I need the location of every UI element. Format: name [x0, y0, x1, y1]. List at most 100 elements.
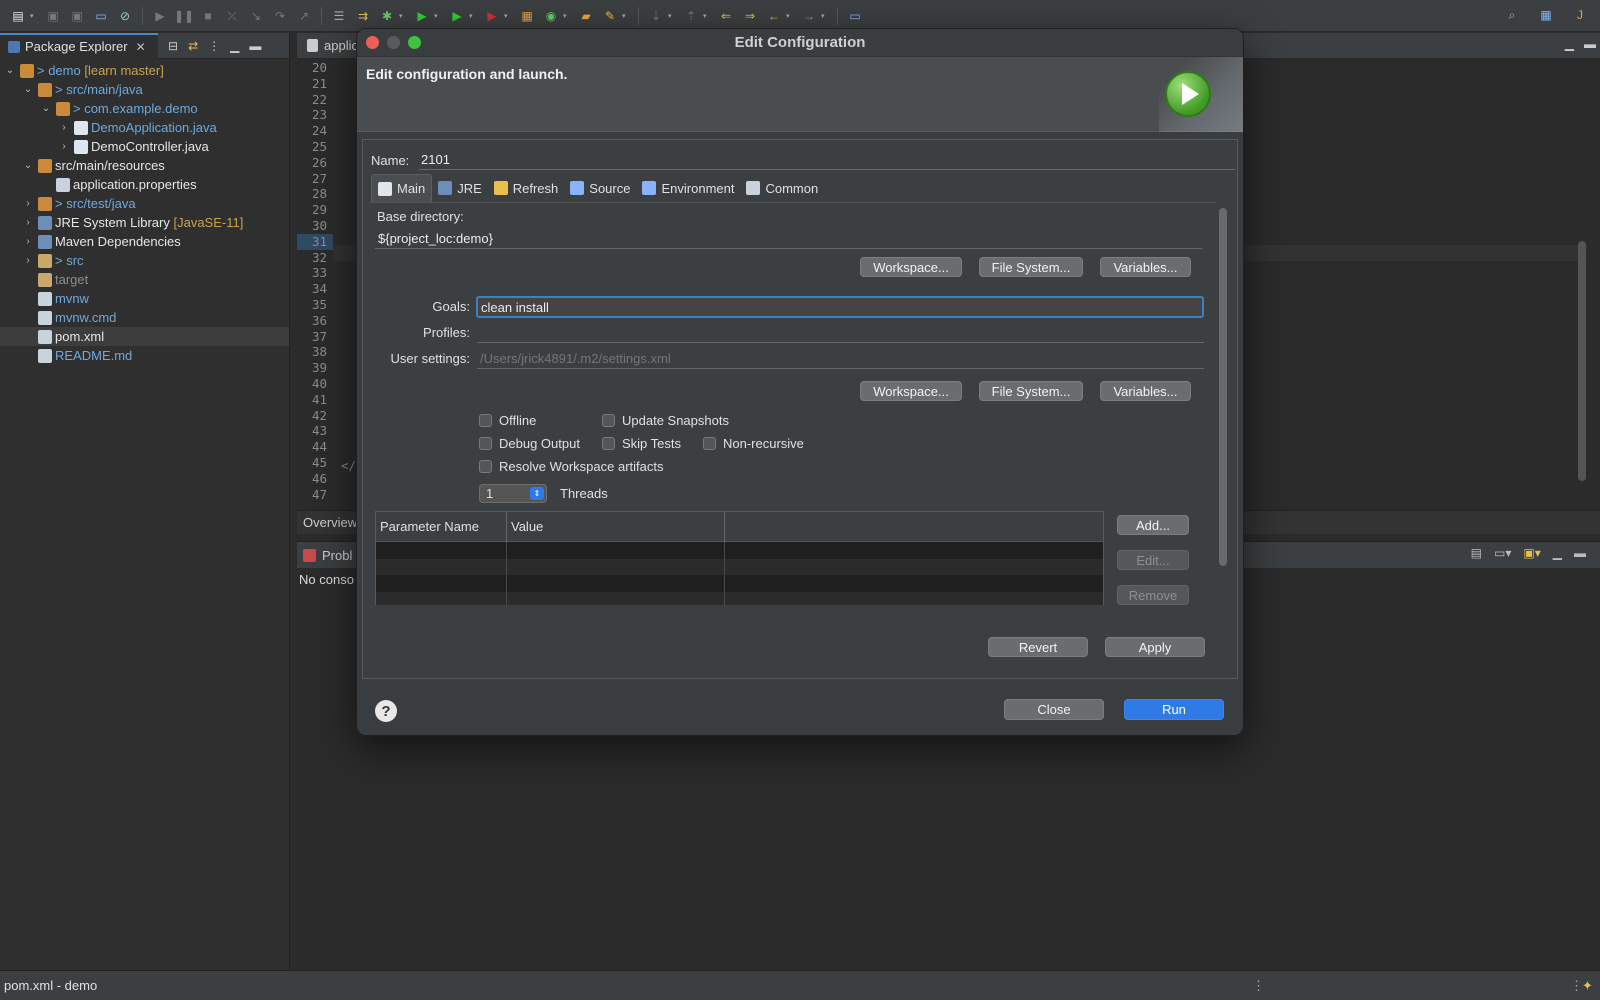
debug-icon[interactable]: ✱: [378, 8, 396, 24]
offline-checkbox[interactable]: Offline: [479, 413, 536, 428]
tree-item[interactable]: ⌄ src/main/resources: [0, 156, 289, 175]
panel-scrollbar[interactable]: [1218, 204, 1228, 604]
save-all-icon[interactable]: ▣: [68, 8, 86, 24]
chevron-down-icon[interactable]: ▾: [786, 12, 793, 20]
workspace-button[interactable]: Workspace...: [860, 257, 962, 277]
run-icon[interactable]: ▶: [413, 8, 431, 24]
tree-item[interactable]: application.properties: [0, 175, 289, 194]
tree-item[interactable]: pom.xml: [0, 327, 289, 346]
tree-item[interactable]: › Maven Dependencies: [0, 232, 289, 251]
minimize-icon[interactable]: ▁: [1553, 546, 1562, 560]
new-icon[interactable]: ▤: [9, 8, 27, 24]
run-button[interactable]: Run: [1124, 699, 1224, 720]
column-value[interactable]: Value: [507, 512, 725, 542]
variables-button-2[interactable]: Variables...: [1100, 381, 1191, 401]
chevron-down-icon[interactable]: ▾: [30, 12, 37, 20]
edit-parameter-button[interactable]: Edit...: [1117, 550, 1189, 570]
tree-item[interactable]: ⌄ > demo [learn master]: [0, 61, 289, 80]
step-return-icon[interactable]: ↗: [295, 8, 313, 24]
user-settings-field[interactable]: [477, 349, 1204, 369]
lightbulb-icon[interactable]: ✦: [1582, 978, 1593, 994]
open-console-icon[interactable]: ▣▾: [1523, 546, 1540, 560]
terminal-icon[interactable]: ▭: [92, 8, 110, 24]
display-console-icon[interactable]: ▭▾: [1494, 546, 1511, 560]
pin-icon[interactable]: ▭: [846, 8, 864, 24]
terminate-icon[interactable]: ■: [199, 8, 217, 24]
profiles-field[interactable]: [477, 323, 1204, 343]
annotation-icon[interactable]: ⇣: [647, 8, 665, 24]
tab-source[interactable]: Source: [564, 174, 636, 202]
threads-spinner[interactable]: 1 ⇕: [479, 484, 547, 503]
external-tools-icon[interactable]: ▶: [483, 8, 501, 24]
tree-item[interactable]: target: [0, 270, 289, 289]
chevron-down-icon[interactable]: ▾: [563, 12, 570, 20]
variables-button[interactable]: Variables...: [1100, 257, 1191, 277]
help-icon[interactable]: ?: [375, 700, 397, 722]
minimize-window-icon[interactable]: [387, 36, 400, 49]
next-edit-icon[interactable]: ⇒: [741, 8, 759, 24]
save-icon[interactable]: ▣: [44, 8, 62, 24]
forward-icon[interactable]: →: [800, 8, 818, 24]
workspace-button-2[interactable]: Workspace...: [860, 381, 962, 401]
tree-item[interactable]: mvnw: [0, 289, 289, 308]
open-type-icon[interactable]: ☰: [330, 8, 348, 24]
chevron-down-icon[interactable]: ▾: [703, 12, 710, 20]
tab-environment[interactable]: Environment: [636, 174, 740, 202]
maximize-icon[interactable]: ▬: [249, 39, 261, 53]
tree-item[interactable]: › > src/test/java: [0, 194, 289, 213]
search-icon[interactable]: ⌕: [1503, 7, 1521, 23]
tree-item[interactable]: › DemoController.java: [0, 137, 289, 156]
minimize-icon[interactable]: ▁: [1565, 37, 1574, 51]
expand-arrow-icon[interactable]: ⌄: [4, 65, 16, 76]
new-class-icon[interactable]: ◉: [542, 8, 560, 24]
new-java-project-icon[interactable]: ▦: [518, 8, 536, 24]
tree-item[interactable]: mvnw.cmd: [0, 308, 289, 327]
tab-jre[interactable]: JRE: [432, 174, 488, 202]
coverage-icon[interactable]: ▶: [448, 8, 466, 24]
expand-arrow-icon[interactable]: ⌄: [22, 84, 34, 95]
resume-icon[interactable]: ▶: [151, 8, 169, 24]
chevron-down-icon[interactable]: ▾: [622, 12, 629, 20]
chevron-down-icon[interactable]: ▾: [434, 12, 441, 20]
tree-item[interactable]: › > src: [0, 251, 289, 270]
tree-item[interactable]: › JRE System Library [JavaSE-11]: [0, 213, 289, 232]
spinner-arrows-icon[interactable]: ⇕: [530, 487, 544, 500]
editor-scrollbar[interactable]: [1578, 241, 1586, 481]
minimize-icon[interactable]: ▁: [230, 39, 239, 53]
apply-button[interactable]: Apply: [1105, 637, 1205, 657]
tab-problems[interactable]: Probl: [322, 548, 352, 563]
chevron-down-icon[interactable]: ▾: [469, 12, 476, 20]
checkbox-box[interactable]: [703, 437, 716, 450]
table-row[interactable]: [376, 558, 1103, 575]
suspend-icon[interactable]: ❚❚: [174, 8, 194, 24]
tab-refresh[interactable]: Refresh: [488, 174, 565, 202]
debug-output-checkbox[interactable]: Debug Output: [479, 436, 580, 451]
expand-arrow-icon[interactable]: ⌄: [22, 160, 34, 171]
expand-arrow-icon[interactable]: ›: [22, 236, 34, 247]
scrollbar-thumb[interactable]: [1219, 208, 1227, 566]
checkbox-box[interactable]: [479, 414, 492, 427]
close-button[interactable]: Close: [1004, 699, 1104, 720]
chevron-down-icon[interactable]: ▾: [504, 12, 511, 20]
name-field[interactable]: [419, 150, 1235, 170]
chevron-down-icon[interactable]: ▾: [668, 12, 675, 20]
expand-arrow-icon[interactable]: ›: [58, 141, 70, 152]
tree-item[interactable]: › DemoApplication.java: [0, 118, 289, 137]
next-annotation-icon[interactable]: ⇡: [682, 8, 700, 24]
disconnect-icon[interactable]: ⤫: [223, 8, 241, 24]
expand-arrow-icon[interactable]: ›: [58, 122, 70, 133]
chevron-down-icon[interactable]: ▾: [821, 12, 828, 20]
skip-breakpoints-icon[interactable]: ⊘: [116, 8, 134, 24]
zoom-window-icon[interactable]: [408, 36, 421, 49]
expand-arrow-icon[interactable]: ⌄: [40, 103, 52, 114]
add-parameter-button[interactable]: Add...: [1117, 515, 1189, 535]
tree-item[interactable]: ⌄ > com.example.demo: [0, 99, 289, 118]
collapse-all-icon[interactable]: ⊟: [168, 39, 178, 53]
tree-item[interactable]: ⌄ > src/main/java: [0, 80, 289, 99]
file-system-button[interactable]: File System...: [979, 257, 1083, 277]
view-menu-icon[interactable]: ⋮: [208, 39, 220, 53]
tab-package-explorer[interactable]: Package Explorer ✕: [0, 32, 158, 59]
expand-arrow-icon[interactable]: ›: [22, 255, 34, 266]
skip-tests-checkbox[interactable]: Skip Tests: [602, 436, 681, 451]
column-parameter-name[interactable]: Parameter Name: [376, 512, 507, 542]
